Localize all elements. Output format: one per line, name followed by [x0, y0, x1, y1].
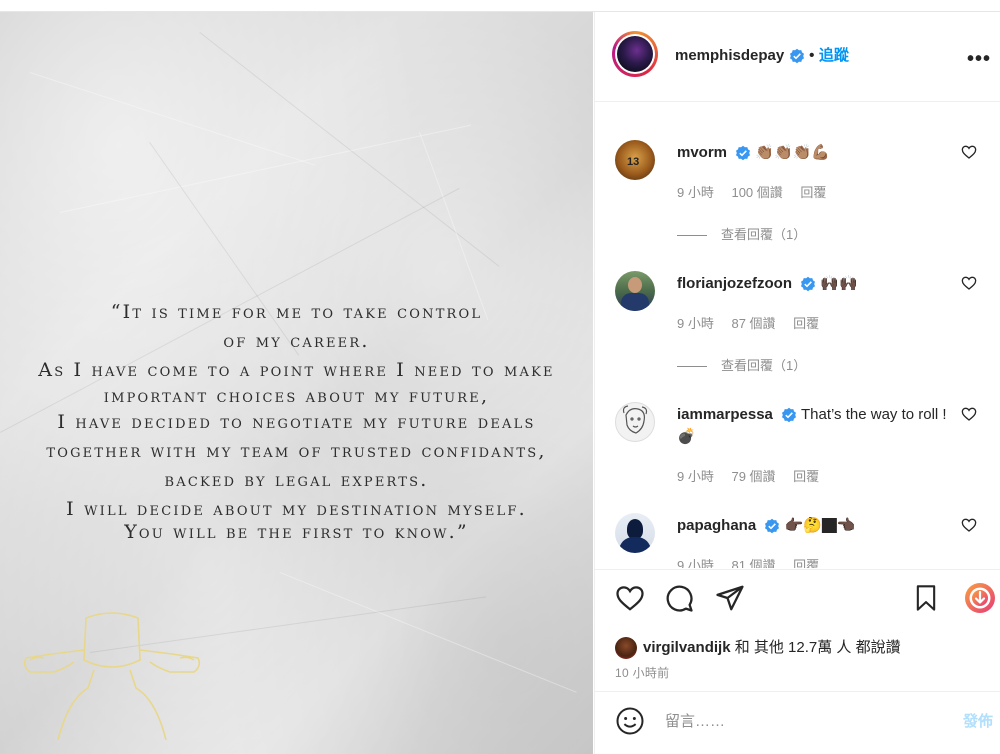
comment-meta: 9 小時 81 個讚 回覆 — [677, 555, 833, 568]
view-replies-button[interactable]: 查看回覆（1） — [677, 224, 806, 243]
reply-button[interactable]: 回覆 — [793, 469, 819, 484]
comment-likes[interactable]: 100 個讚 — [731, 185, 782, 200]
quote-line: “It is time for me to take control — [110, 301, 483, 323]
liker-username[interactable]: virgilvandijk — [643, 639, 731, 656]
comment-time[interactable]: 9 小時 — [677, 185, 714, 200]
quote-line: As I have come to a point where I need t… — [38, 359, 555, 381]
comment-text: mvorm 👏🏽👏🏽👏🏽💪🏽 — [677, 142, 947, 164]
comment-likes[interactable]: 87 個讚 — [731, 316, 775, 331]
quote-line: of my career. — [223, 330, 370, 352]
emoji-smiley-icon[interactable] — [615, 706, 645, 736]
likes-summary: virgilvandijk 和 其他 12.7萬 人 都說讚 — [615, 636, 901, 660]
verified-badge-icon — [782, 407, 797, 423]
header-user-line: memphisdepay • 追蹤 — [675, 44, 849, 65]
quote-line: important choices about my future, — [103, 385, 490, 407]
post-actions: virgilvandijk 和 其他 12.7萬 人 都說讚 10 小時前 — [595, 569, 1000, 691]
commenter-avatar[interactable] — [615, 513, 655, 553]
comment-like-heart-icon[interactable] — [961, 275, 977, 291]
comment-likes[interactable]: 79 個讚 — [731, 469, 775, 484]
comment-meta: 9 小時 79 個讚 回覆 — [677, 466, 833, 485]
comment-text: iammarpessa That’s the way to roll ! 💣 — [677, 404, 947, 448]
quote-line: backed by legal experts. — [164, 469, 429, 491]
comment-emojis: 🙌🏿🙌🏿 — [820, 275, 858, 293]
quote-line: together with my team of trusted confida… — [46, 440, 547, 462]
post-timestamp[interactable]: 10 小時前 — [615, 664, 669, 681]
bookmark-save-icon[interactable] — [912, 583, 940, 613]
comment-meta: 9 小時 100 個讚 回覆 — [677, 182, 840, 201]
comment-like-heart-icon[interactable] — [961, 517, 977, 533]
post-comment-button[interactable]: 發佈 — [963, 710, 993, 731]
comment-input[interactable]: 留言…… — [665, 710, 725, 731]
view-replies-button[interactable]: 查看回覆（1） — [677, 355, 806, 374]
comment-likes[interactable]: 81 個讚 — [731, 558, 775, 568]
comment-time[interactable]: 9 小時 — [677, 316, 714, 331]
comment-text: papaghana 👉🏿🤔🏿👈🏿 — [677, 515, 947, 537]
header-separator: • — [809, 47, 815, 64]
commenter-avatar[interactable] — [615, 402, 655, 442]
post-side-panel: memphisdepay • 追蹤 ••• 13 mvorm 👏🏽👏🏽👏🏽💪🏽 … — [594, 12, 1000, 754]
comment-time[interactable]: 9 小時 — [677, 558, 714, 568]
comment-username[interactable]: mvorm — [677, 144, 727, 161]
comment-time[interactable]: 9 小時 — [677, 469, 714, 484]
comment-text: florianjozefzoon 🙌🏿🙌🏿 — [677, 273, 947, 295]
post-quote: “It is time for me to take control of my… — [0, 298, 593, 547]
quote-line: I have decided to negotiate my future de… — [57, 411, 536, 433]
post-image[interactable]: “It is time for me to take control of my… — [0, 12, 593, 754]
verified-badge-icon — [736, 145, 751, 161]
more-options-icon[interactable]: ••• — [967, 48, 991, 71]
view-replies-line — [677, 366, 707, 368]
follow-button[interactable]: 追蹤 — [819, 47, 849, 64]
comments-list[interactable]: 13 mvorm 👏🏽👏🏽👏🏽💪🏽 9 小時 100 個讚 回覆 查看回覆（1） — [595, 102, 1000, 568]
comment-bubble-icon[interactable] — [664, 583, 694, 613]
reply-button[interactable]: 回覆 — [793, 316, 819, 331]
share-send-icon[interactable] — [715, 583, 745, 613]
like-heart-icon[interactable] — [614, 583, 646, 613]
top-divider — [0, 0, 1000, 12]
view-replies-label: 查看回覆（1） — [721, 227, 807, 242]
verified-badge-icon — [789, 48, 804, 63]
comment-username[interactable]: papaghana — [677, 517, 756, 534]
comment-like-heart-icon[interactable] — [961, 406, 977, 422]
comment-emojis: 👉🏿🤔🏿👈🏿 — [784, 517, 856, 535]
thinking-figure-illustration — [23, 612, 201, 740]
comment-emojis: 👏🏽👏🏽👏🏽💪🏽 — [755, 144, 831, 162]
add-comment-bar: 留言…… 發佈 — [595, 691, 1000, 754]
commenter-avatar[interactable] — [615, 271, 655, 311]
author-avatar[interactable] — [612, 31, 658, 77]
verified-badge-icon — [801, 276, 816, 292]
comment-like-heart-icon[interactable] — [961, 144, 977, 160]
likes-rest[interactable]: 和 其他 12.7萬 人 都說讚 — [735, 639, 901, 656]
verified-badge-icon — [765, 518, 780, 534]
author-username[interactable]: memphisdepay — [675, 47, 784, 64]
reply-button[interactable]: 回覆 — [793, 558, 819, 568]
reply-button[interactable]: 回覆 — [800, 185, 826, 200]
comment-username[interactable]: florianjozefzoon — [677, 275, 792, 292]
comment-meta: 9 小時 87 個讚 回覆 — [677, 313, 833, 332]
view-replies-label: 查看回覆（1） — [721, 358, 807, 373]
comment-username[interactable]: iammarpessa — [677, 406, 773, 423]
extension-download-icon[interactable] — [963, 581, 997, 615]
commenter-avatar[interactable]: 13 — [615, 140, 655, 180]
post-header: memphisdepay • 追蹤 ••• — [595, 12, 1000, 102]
instagram-post-window: “It is time for me to take control of my… — [0, 0, 1000, 754]
view-replies-line — [677, 235, 707, 237]
liker-avatar[interactable] — [615, 637, 637, 660]
